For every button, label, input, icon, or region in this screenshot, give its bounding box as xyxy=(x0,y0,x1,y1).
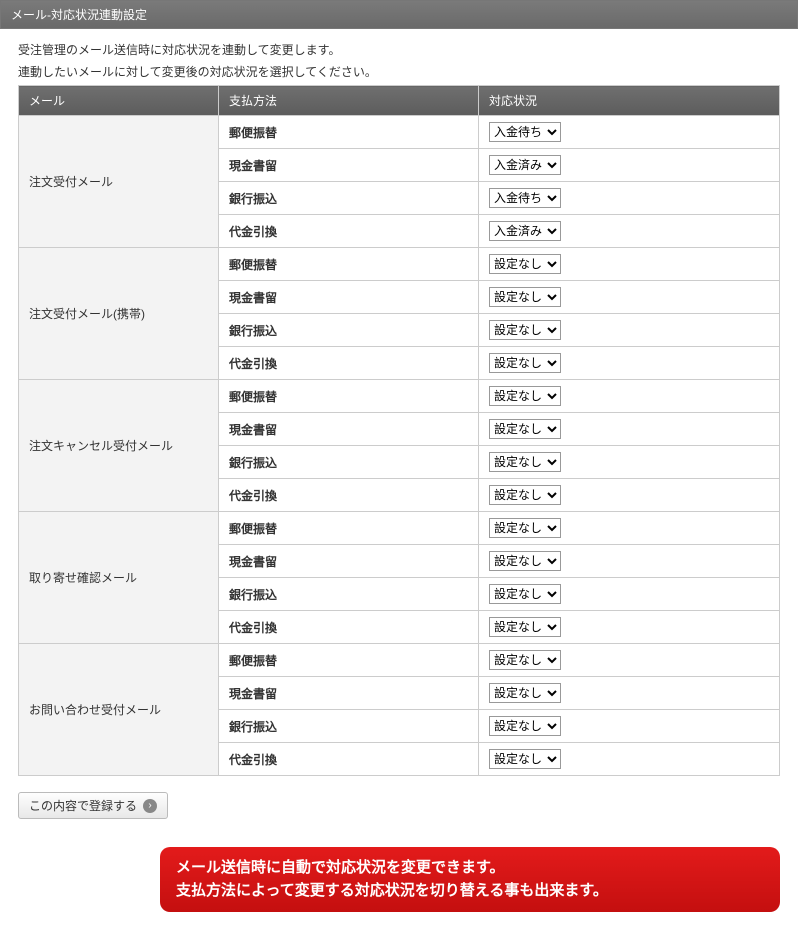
status-cell: 設定なし入金待ち入金済み xyxy=(479,578,780,611)
status-select[interactable]: 設定なし入金待ち入金済み xyxy=(489,221,561,241)
mail-label: 注文受付メール xyxy=(19,116,219,248)
status-cell: 設定なし入金待ち入金済み xyxy=(479,611,780,644)
payment-label: 代金引換 xyxy=(219,347,479,380)
mail-label: 注文受付メール(携帯) xyxy=(19,248,219,380)
status-select[interactable]: 設定なし入金待ち入金済み xyxy=(489,650,561,670)
status-select[interactable]: 設定なし入金待ち入金済み xyxy=(489,386,561,406)
payment-label: 郵便振替 xyxy=(219,512,479,545)
register-button[interactable]: この内容で登録する › xyxy=(18,792,168,819)
payment-label: 銀行振込 xyxy=(219,314,479,347)
status-select[interactable]: 設定なし入金待ち入金済み xyxy=(489,518,561,538)
description-line2: 連動したいメールに対して変更後の対応状況を選択してください。 xyxy=(18,63,780,81)
status-cell: 設定なし入金待ち入金済み xyxy=(479,182,780,215)
status-cell: 設定なし入金待ち入金済み xyxy=(479,215,780,248)
table-row: お問い合わせ受付メール郵便振替設定なし入金待ち入金済み xyxy=(19,644,780,677)
payment-label: 代金引換 xyxy=(219,743,479,776)
payment-label: 銀行振込 xyxy=(219,446,479,479)
status-select[interactable]: 設定なし入金待ち入金済み xyxy=(489,188,561,208)
status-select[interactable]: 設定なし入金待ち入金済み xyxy=(489,683,561,703)
status-cell: 設定なし入金待ち入金済み xyxy=(479,380,780,413)
payment-label: 現金書留 xyxy=(219,545,479,578)
status-select[interactable]: 設定なし入金待ち入金済み xyxy=(489,584,561,604)
payment-label: 現金書留 xyxy=(219,677,479,710)
status-select[interactable]: 設定なし入金待ち入金済み xyxy=(489,419,561,439)
payment-label: 現金書留 xyxy=(219,281,479,314)
col-status: 対応状況 xyxy=(479,86,780,116)
table-row: 注文受付メール(携帯)郵便振替設定なし入金待ち入金済み xyxy=(19,248,780,281)
status-cell: 設定なし入金待ち入金済み xyxy=(479,479,780,512)
status-cell: 設定なし入金待ち入金済み xyxy=(479,347,780,380)
status-select[interactable]: 設定なし入金待ち入金済み xyxy=(489,320,561,340)
status-cell: 設定なし入金待ち入金済み xyxy=(479,512,780,545)
status-select[interactable]: 設定なし入金待ち入金済み xyxy=(489,122,561,142)
payment-label: 郵便振替 xyxy=(219,248,479,281)
payment-label: 郵便振替 xyxy=(219,644,479,677)
info-callout: メール送信時に自動で対応状況を変更できます。 支払方法によって変更する対応状況を… xyxy=(160,847,780,912)
register-button-label: この内容で登録する xyxy=(29,797,137,814)
status-cell: 設定なし入金待ち入金済み xyxy=(479,116,780,149)
status-cell: 設定なし入金待ち入金済み xyxy=(479,545,780,578)
status-select[interactable]: 設定なし入金待ち入金済み xyxy=(489,353,561,373)
status-select[interactable]: 設定なし入金待ち入金済み xyxy=(489,254,561,274)
mail-label: 注文キャンセル受付メール xyxy=(19,380,219,512)
status-select[interactable]: 設定なし入金待ち入金済み xyxy=(489,551,561,571)
status-cell: 設定なし入金待ち入金済み xyxy=(479,743,780,776)
payment-label: 代金引換 xyxy=(219,215,479,248)
table-row: 注文受付メール郵便振替設定なし入金待ち入金済み xyxy=(19,116,780,149)
status-cell: 設定なし入金待ち入金済み xyxy=(479,677,780,710)
status-cell: 設定なし入金待ち入金済み xyxy=(479,314,780,347)
col-payment: 支払方法 xyxy=(219,86,479,116)
settings-table: メール 支払方法 対応状況 注文受付メール郵便振替設定なし入金待ち入金済み現金書… xyxy=(18,85,780,776)
status-cell: 設定なし入金待ち入金済み xyxy=(479,413,780,446)
payment-label: 郵便振替 xyxy=(219,116,479,149)
status-cell: 設定なし入金待ち入金済み xyxy=(479,446,780,479)
mail-label: 取り寄せ確認メール xyxy=(19,512,219,644)
status-select[interactable]: 設定なし入金待ち入金済み xyxy=(489,287,561,307)
status-select[interactable]: 設定なし入金待ち入金済み xyxy=(489,716,561,736)
payment-label: 現金書留 xyxy=(219,413,479,446)
status-select[interactable]: 設定なし入金待ち入金済み xyxy=(489,749,561,769)
payment-label: 銀行振込 xyxy=(219,182,479,215)
payment-label: 銀行振込 xyxy=(219,710,479,743)
status-select[interactable]: 設定なし入金待ち入金済み xyxy=(489,155,561,175)
callout-line2: 支払方法によって変更する対応状況を切り替える事も出来ます。 xyxy=(176,880,764,903)
status-select[interactable]: 設定なし入金待ち入金済み xyxy=(489,485,561,505)
page-title: メール-対応状況連動設定 xyxy=(0,0,798,29)
status-cell: 設定なし入金待ち入金済み xyxy=(479,710,780,743)
status-select[interactable]: 設定なし入金待ち入金済み xyxy=(489,617,561,637)
status-cell: 設定なし入金待ち入金済み xyxy=(479,248,780,281)
callout-line1: メール送信時に自動で対応状況を変更できます。 xyxy=(176,857,764,880)
arrow-right-icon: › xyxy=(143,799,157,813)
status-select[interactable]: 設定なし入金待ち入金済み xyxy=(489,452,561,472)
status-cell: 設定なし入金待ち入金済み xyxy=(479,149,780,182)
table-row: 取り寄せ確認メール郵便振替設定なし入金待ち入金済み xyxy=(19,512,780,545)
mail-label: お問い合わせ受付メール xyxy=(19,644,219,776)
payment-label: 代金引換 xyxy=(219,479,479,512)
payment-label: 代金引換 xyxy=(219,611,479,644)
payment-label: 郵便振替 xyxy=(219,380,479,413)
table-row: 注文キャンセル受付メール郵便振替設定なし入金待ち入金済み xyxy=(19,380,780,413)
payment-label: 銀行振込 xyxy=(219,578,479,611)
description-line1: 受注管理のメール送信時に対応状況を連動して変更します。 xyxy=(18,41,780,59)
status-cell: 設定なし入金待ち入金済み xyxy=(479,644,780,677)
payment-label: 現金書留 xyxy=(219,149,479,182)
status-cell: 設定なし入金待ち入金済み xyxy=(479,281,780,314)
col-mail: メール xyxy=(19,86,219,116)
